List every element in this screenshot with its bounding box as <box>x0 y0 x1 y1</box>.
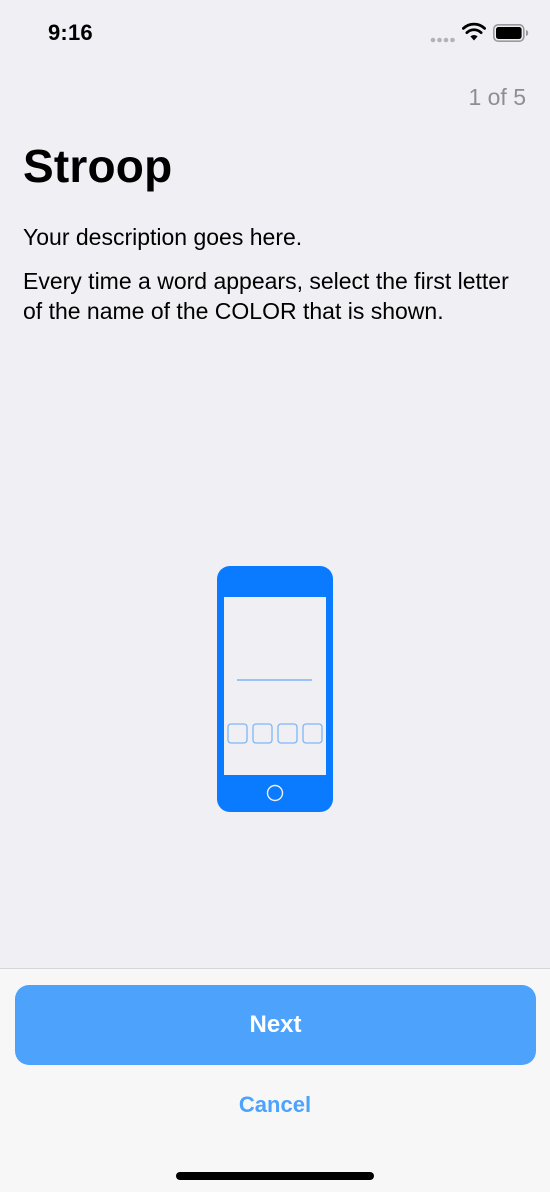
page-title: Stroop <box>23 140 173 192</box>
cancel-button[interactable]: Cancel <box>175 1085 375 1125</box>
step-counter: 1 of 5 <box>468 84 526 110</box>
footer: Next Cancel <box>0 968 550 1192</box>
description-text: Your description goes here. <box>23 224 303 250</box>
battery-icon <box>493 24 529 42</box>
signal-dots-icon <box>430 37 455 43</box>
status-time: 9:16 <box>48 20 93 45</box>
status-bar: 9:16 <box>0 0 550 64</box>
instructions-text: Every time a word appears, select the fi… <box>23 268 509 324</box>
next-button[interactable]: Next <box>15 985 536 1065</box>
wifi-icon <box>462 22 486 41</box>
home-indicator[interactable] <box>176 1172 374 1180</box>
phone-stroop-icon <box>217 566 333 812</box>
